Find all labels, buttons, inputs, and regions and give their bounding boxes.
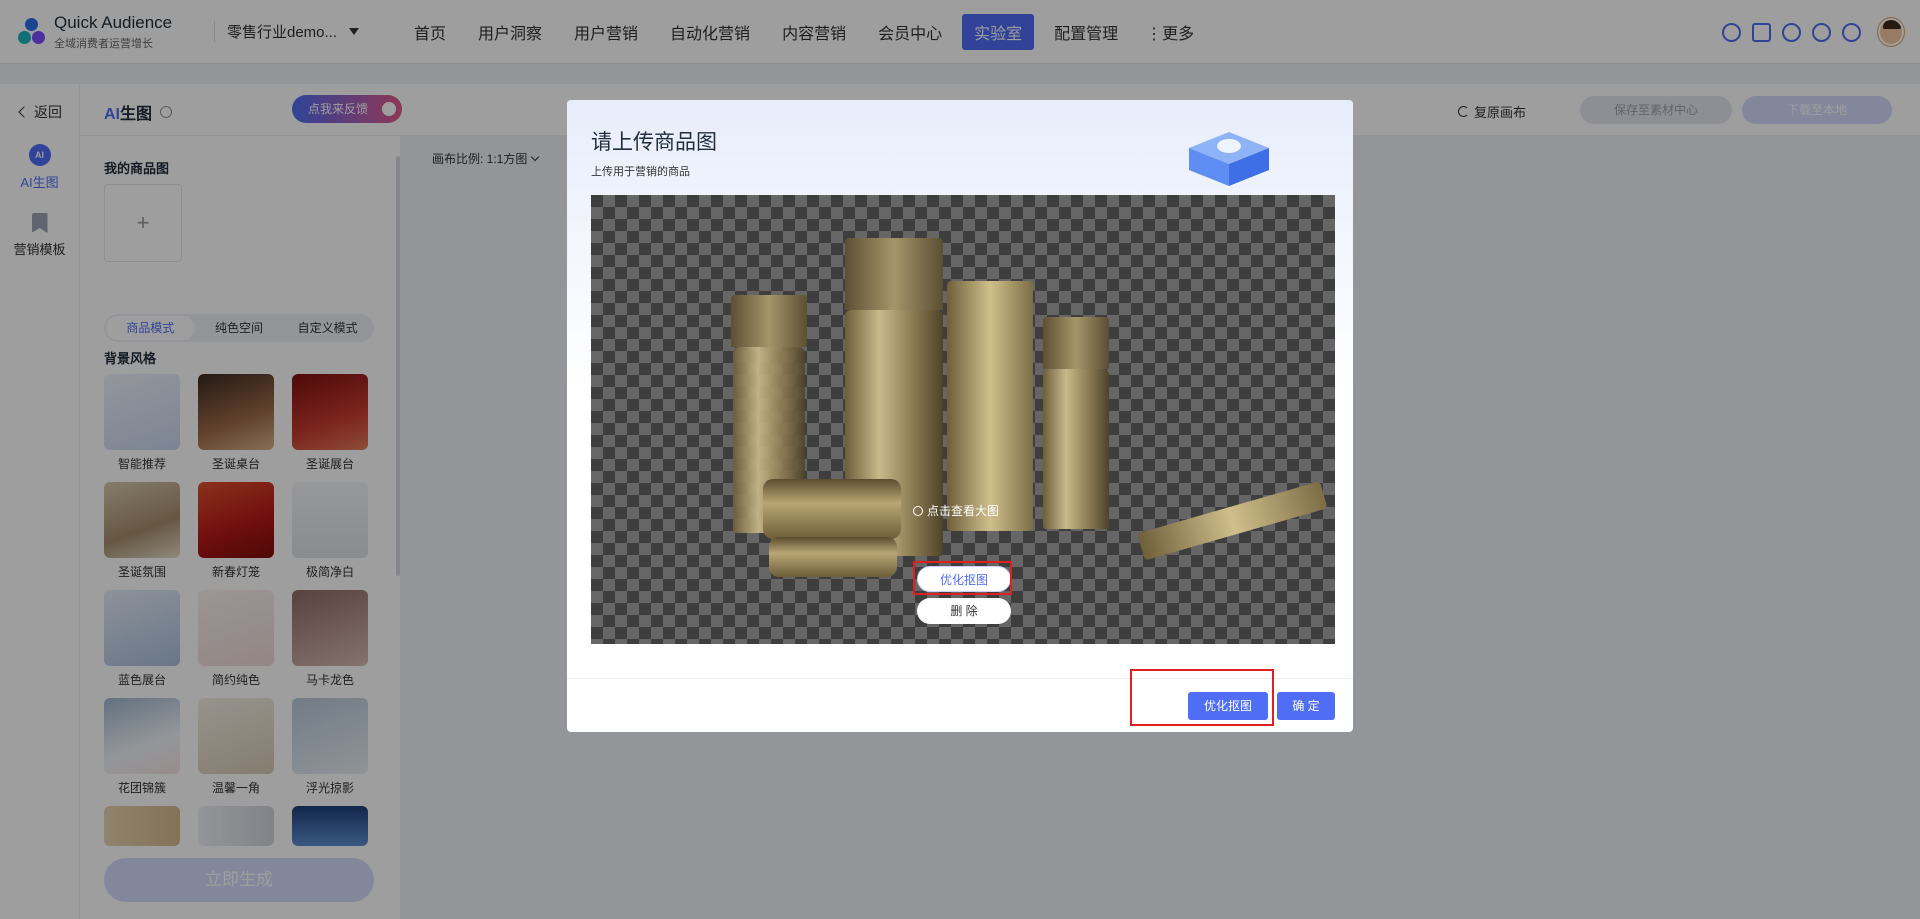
- optimize-cutout-button[interactable]: 优化抠图: [1188, 692, 1268, 720]
- delete-pill[interactable]: 删 除: [917, 598, 1011, 624]
- modal-subtitle: 上传用于营销的商品: [591, 166, 690, 178]
- view-large-link[interactable]: 点击查看大图: [913, 502, 999, 519]
- view-large-label: 点击查看大图: [927, 504, 1000, 518]
- zoom-in-icon: [913, 505, 923, 516]
- confirm-button[interactable]: 确 定: [1277, 692, 1335, 720]
- modal-title: 请上传商品图: [591, 131, 717, 154]
- highlight-box: [913, 561, 1012, 595]
- ai-cube-illustration: [1189, 132, 1269, 186]
- upload-product-modal: 请上传商品图 上传用于营销的商品 点击查看大图 优化抠图 删 除 优化抠图 确 …: [567, 100, 1353, 732]
